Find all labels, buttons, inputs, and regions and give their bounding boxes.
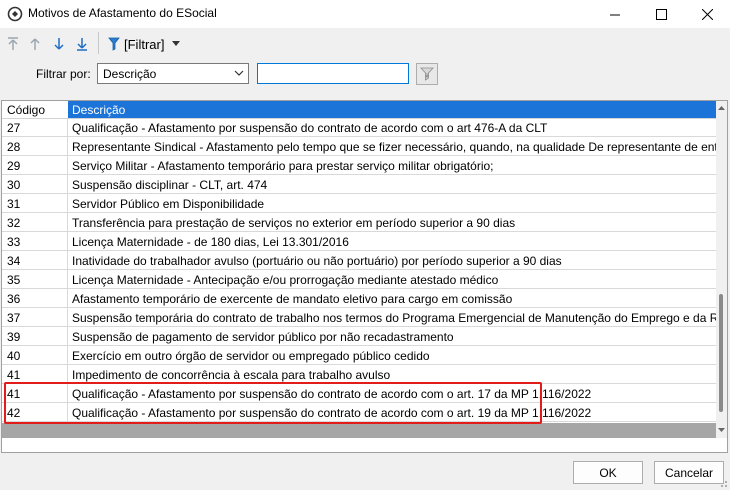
- filter-button-label: [Filtrar]: [124, 36, 165, 52]
- column-header-description[interactable]: Descrição: [67, 101, 716, 118]
- column-header-code[interactable]: Código: [7, 103, 45, 117]
- cell-description: Servidor Público em Disponibilidade: [67, 194, 716, 212]
- table-row[interactable]: 36 Afastamento temporário de exercente de…: [2, 289, 716, 308]
- move-first-icon[interactable]: [5, 36, 21, 52]
- cell-description: Transferência para prestação de serviços…: [67, 213, 716, 231]
- cell-description: Licença Maternidade - Antecipação e/ou p…: [67, 270, 716, 288]
- column-header-description-label: Descrição: [72, 103, 126, 117]
- move-down-icon[interactable]: [51, 36, 67, 52]
- cell-code: 33: [7, 235, 21, 249]
- grid-rows: 27 Qualificação - Afastamento por suspens…: [2, 118, 716, 422]
- cell-code: 36: [7, 292, 21, 306]
- cell-code: 34: [7, 254, 21, 268]
- scroll-down-icon[interactable]: [717, 426, 726, 434]
- filter-by-label: Filtrar por:: [36, 67, 91, 81]
- table-row[interactable]: 35 Licença Maternidade - Antecipação e/ou…: [2, 270, 716, 289]
- cell-code: 29: [7, 159, 21, 173]
- toolbar: [Filtrar] Filtrar por: Descrição: [0, 28, 730, 88]
- cell-description: Afastamento temporário de exercente de m…: [67, 289, 716, 307]
- cell-code: 35: [7, 273, 21, 287]
- ok-button[interactable]: OK: [573, 461, 643, 484]
- cell-code: 32: [7, 216, 21, 230]
- filter-field-select[interactable]: Descrição: [97, 63, 249, 84]
- cell-description: Inatividade do trabalhador avulso (portu…: [67, 251, 716, 269]
- table-row[interactable]: 32 Transferência para prestação de serviç…: [2, 213, 716, 232]
- cell-code: 37: [7, 311, 21, 325]
- cell-code: 28: [7, 140, 21, 154]
- vertical-scrollbar[interactable]: [716, 101, 727, 438]
- table-row[interactable]: 29 Serviço Militar - Afastamento temporár…: [2, 156, 716, 175]
- apply-filter-button[interactable]: [416, 63, 438, 85]
- cell-description: Suspensão de pagamento de servidor públi…: [67, 327, 716, 345]
- filter-apply-icon: [420, 67, 434, 81]
- table-row[interactable]: 34 Inatividade do trabalhador avulso (por…: [2, 251, 716, 270]
- table-row[interactable]: 27 Qualificação - Afastamento por suspens…: [2, 118, 716, 137]
- scrollbar-thumb[interactable]: [719, 294, 723, 412]
- maximize-icon: [655, 8, 667, 20]
- move-up-icon[interactable]: [27, 36, 43, 52]
- cell-description: Suspensão temporária do contrato de trab…: [67, 308, 716, 326]
- cell-description: Qualificação - Afastamento por suspensão…: [67, 118, 716, 136]
- cell-code: 30: [7, 178, 21, 192]
- cell-description: Licença Maternidade - de 180 dias, Lei 1…: [67, 232, 716, 250]
- table-row[interactable]: 39 Suspensão de pagamento de servidor púb…: [2, 327, 716, 346]
- cell-description: Serviço Militar - Afastamento temporário…: [67, 156, 716, 174]
- resize-grip-icon[interactable]: [718, 478, 728, 488]
- cancel-button[interactable]: Cancelar: [654, 461, 724, 484]
- table-row[interactable]: 30 Suspensão disciplinar - CLT, art. 474: [2, 175, 716, 194]
- app-icon: [7, 6, 23, 22]
- close-icon: [701, 8, 713, 20]
- title-bar: Motivos de Afastamento do ESocial: [0, 0, 730, 28]
- table-row[interactable]: 28 Representante Sindical - Afastamento p…: [2, 137, 716, 156]
- cell-description: Representante Sindical - Afastamento pel…: [67, 137, 716, 155]
- grid-empty-area: [2, 423, 716, 438]
- window-title: Motivos de Afastamento do ESocial: [28, 6, 217, 20]
- scroll-up-icon[interactable]: [717, 104, 726, 112]
- minimize-icon: [609, 14, 620, 15]
- filter-button[interactable]: [Filtrar]: [108, 35, 181, 53]
- toolbar-separator: [98, 32, 99, 54]
- cell-description: Impedimento de concorrência à escala par…: [67, 365, 716, 383]
- cell-code: 39: [7, 330, 21, 344]
- cell-code: 41: [7, 368, 21, 382]
- table-row[interactable]: 33 Licença Maternidade - de 180 dias, Lei…: [2, 232, 716, 251]
- minimize-button[interactable]: [592, 0, 638, 28]
- cell-code: 40: [7, 349, 21, 363]
- highlight-annotation: [4, 382, 542, 424]
- table-row[interactable]: 31 Servidor Público em Disponibilidade: [2, 194, 716, 213]
- dropdown-arrow-icon[interactable]: [172, 41, 181, 47]
- cell-description: Suspensão disciplinar - CLT, art. 474: [67, 175, 716, 193]
- cell-code: 31: [7, 197, 21, 211]
- move-last-icon[interactable]: [74, 36, 90, 52]
- funnel-icon: [108, 37, 120, 51]
- close-button[interactable]: [684, 0, 730, 28]
- grid-header: Código Descrição: [2, 101, 716, 119]
- table-row[interactable]: 40 Exercício em outro órgão de servidor o…: [2, 346, 716, 365]
- maximize-button[interactable]: [638, 0, 684, 28]
- table-row[interactable]: 37 Suspensão temporária do contrato de tr…: [2, 308, 716, 327]
- filter-field-value: Descrição: [103, 67, 157, 81]
- cell-code: 27: [7, 121, 21, 135]
- chevron-down-icon: [234, 70, 244, 76]
- cell-description: Exercício em outro órgão de servidor ou …: [67, 346, 716, 364]
- filter-search-input[interactable]: [257, 63, 409, 84]
